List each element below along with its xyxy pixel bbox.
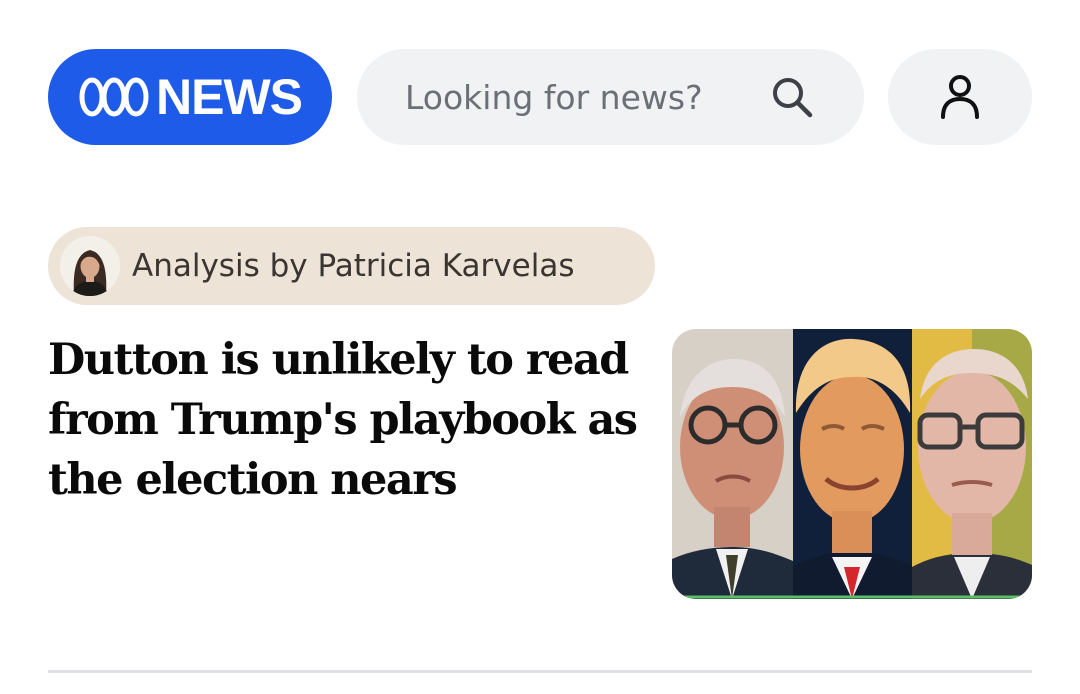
abc-logo-icon — [79, 77, 149, 117]
abc-news-logo[interactable]: NEWS — [48, 49, 332, 145]
account-icon — [941, 75, 979, 119]
search-bar[interactable] — [357, 49, 864, 145]
story-headline[interactable]: Dutton is unlikely to read from Trump's … — [48, 330, 638, 510]
logo-text: NEWS — [156, 69, 303, 125]
story-thumbnail[interactable] — [672, 329, 1032, 599]
search-icon[interactable] — [770, 75, 814, 119]
author-avatar — [60, 236, 120, 296]
author-byline[interactable]: Analysis by Patricia Karvelas — [48, 227, 655, 305]
search-input[interactable] — [405, 77, 745, 117]
byline-label: Analysis by Patricia Karvelas — [132, 248, 575, 284]
section-divider — [48, 670, 1032, 673]
account-button[interactable] — [888, 49, 1032, 145]
